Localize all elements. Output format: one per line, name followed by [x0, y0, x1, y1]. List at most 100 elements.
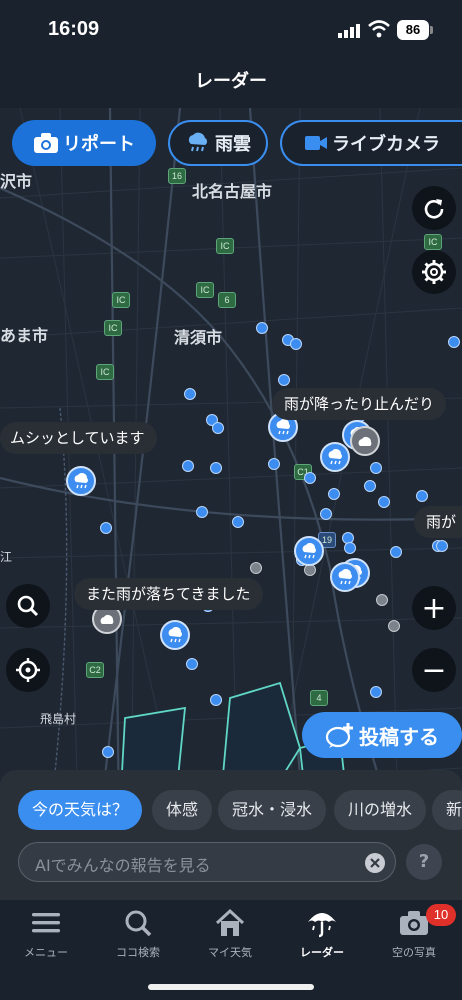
rain-report-pin[interactable]: [294, 536, 324, 566]
road-badge: C2: [86, 662, 104, 678]
quick-chip-more[interactable]: 新: [432, 790, 462, 830]
home-icon: [215, 908, 245, 936]
photo-count-badge: 10: [426, 904, 456, 926]
report-dot[interactable]: [320, 508, 332, 520]
place-label-tobishima: 飛島村: [40, 712, 77, 726]
locate-icon: [16, 658, 40, 682]
road-badge: 4: [310, 690, 328, 706]
report-dot[interactable]: [416, 490, 428, 502]
quick-chip-river[interactable]: 川の増水: [334, 790, 427, 830]
road-badge: 6: [218, 292, 236, 308]
rain-cloud-icon: [188, 132, 208, 152]
rain-cloud-icon: [276, 419, 290, 435]
tab-spot-search[interactable]: ココ検索: [92, 900, 184, 970]
status-time: 16:09: [48, 18, 100, 40]
post-button[interactable]: 投稿する: [302, 712, 462, 758]
tab-sky-photos-label: 空の写真: [392, 946, 436, 959]
report-comment-bubble[interactable]: 雨が降ったり止んだり: [272, 388, 447, 420]
report-comment-bubble[interactable]: ムシッとしています: [0, 422, 157, 454]
report-dot[interactable]: [328, 488, 340, 500]
report-dot[interactable]: [378, 496, 390, 508]
zoom-in-button[interactable]: +: [412, 586, 456, 630]
report-dot[interactable]: [370, 686, 382, 698]
rain-report-pin[interactable]: [66, 466, 96, 496]
rain-cloud-icon: [302, 543, 316, 559]
current-location-button[interactable]: [6, 648, 50, 692]
rain-report-pin[interactable]: [330, 562, 360, 592]
quick-chip-feel[interactable]: 体感: [152, 790, 213, 830]
report-dot[interactable]: [186, 658, 198, 670]
ai-search-input[interactable]: AIでみんなの報告を見る: [18, 842, 396, 882]
road-badge: IC: [424, 234, 442, 250]
report-dot[interactable]: [304, 472, 316, 484]
report-dot[interactable]: [102, 746, 114, 758]
status-bar: 16:09 86: [0, 0, 462, 60]
umbrella-icon: [308, 913, 336, 938]
chat-plus-icon: [325, 723, 353, 748]
rain-cloud-icon: [338, 569, 352, 585]
map-search-button[interactable]: [6, 584, 50, 628]
search-icon: [17, 595, 39, 617]
report-dot[interactable]: [390, 546, 402, 558]
zoom-out-button[interactable]: −: [412, 648, 456, 692]
chip-rain-cloud-label: 雨雲: [215, 134, 251, 155]
report-comment-bubble[interactable]: 雨が: [414, 506, 462, 538]
cloud-icon: [358, 437, 372, 446]
rain-cloud-icon: [328, 449, 342, 465]
tab-my-weather-label: マイ天気: [208, 946, 252, 959]
tab-menu[interactable]: メニュー: [0, 900, 92, 970]
report-dot-gray[interactable]: [376, 594, 388, 606]
clear-icon[interactable]: [365, 853, 385, 873]
chip-report[interactable]: リポート: [12, 120, 156, 166]
report-dot[interactable]: [290, 338, 302, 350]
camera-icon: [34, 133, 58, 153]
rain-cloud-icon: [74, 473, 88, 489]
chip-live-camera[interactable]: ライブカメラ: [280, 120, 462, 166]
report-dot-gray[interactable]: [250, 562, 262, 574]
report-dot[interactable]: [210, 694, 222, 706]
report-dot[interactable]: [196, 506, 208, 518]
quick-chip-flood[interactable]: 冠水・浸水: [218, 790, 327, 830]
report-dot[interactable]: [268, 458, 280, 470]
help-button[interactable]: ?: [406, 844, 442, 880]
report-dot[interactable]: [184, 388, 196, 400]
report-comment-bubble[interactable]: また雨が落ちてきました: [74, 578, 263, 610]
road-badge: IC: [216, 238, 234, 254]
battery-level: 86: [397, 20, 429, 40]
report-dot[interactable]: [278, 374, 290, 386]
chip-rain-cloud[interactable]: 雨雲: [168, 120, 268, 166]
settings-button[interactable]: [412, 250, 456, 294]
road-badge: IC: [104, 320, 122, 336]
post-button-label: 投稿する: [359, 724, 439, 749]
report-dot[interactable]: [370, 462, 382, 474]
report-dot[interactable]: [448, 336, 460, 348]
tab-my-weather[interactable]: マイ天気: [184, 900, 276, 970]
place-label-edge: 江: [0, 550, 13, 564]
report-dot[interactable]: [436, 540, 448, 552]
cloudy-report-pin[interactable]: [350, 426, 380, 456]
report-dot[interactable]: [210, 462, 222, 474]
tab-spot-search-label: ココ検索: [116, 946, 160, 959]
rain-report-pin[interactable]: [320, 442, 350, 472]
report-dot[interactable]: [182, 460, 194, 472]
report-dot[interactable]: [256, 322, 268, 334]
wifi-icon: [368, 20, 390, 38]
tab-radar[interactable]: レーダー: [276, 900, 368, 970]
cloud-icon: [100, 615, 114, 624]
place-label-sawa: 沢市: [0, 172, 33, 191]
search-icon: [125, 910, 152, 937]
quick-chip-weather-now[interactable]: 今の天気は？: [18, 790, 143, 830]
report-dot[interactable]: [100, 522, 112, 534]
cellular-signal-icon: [338, 24, 360, 38]
report-dot[interactable]: [212, 422, 224, 434]
report-dot[interactable]: [344, 542, 356, 554]
report-dot[interactable]: [232, 516, 244, 528]
place-label-ama: あま市: [0, 326, 49, 345]
rain-report-pin[interactable]: [160, 620, 190, 650]
refresh-button[interactable]: [412, 186, 456, 230]
place-label-kitanagoya: 北名古屋市: [192, 182, 273, 201]
report-dot-gray[interactable]: [388, 620, 400, 632]
road-badge: IC: [96, 364, 114, 380]
road-badge: IC: [112, 292, 130, 308]
report-dot[interactable]: [364, 480, 376, 492]
